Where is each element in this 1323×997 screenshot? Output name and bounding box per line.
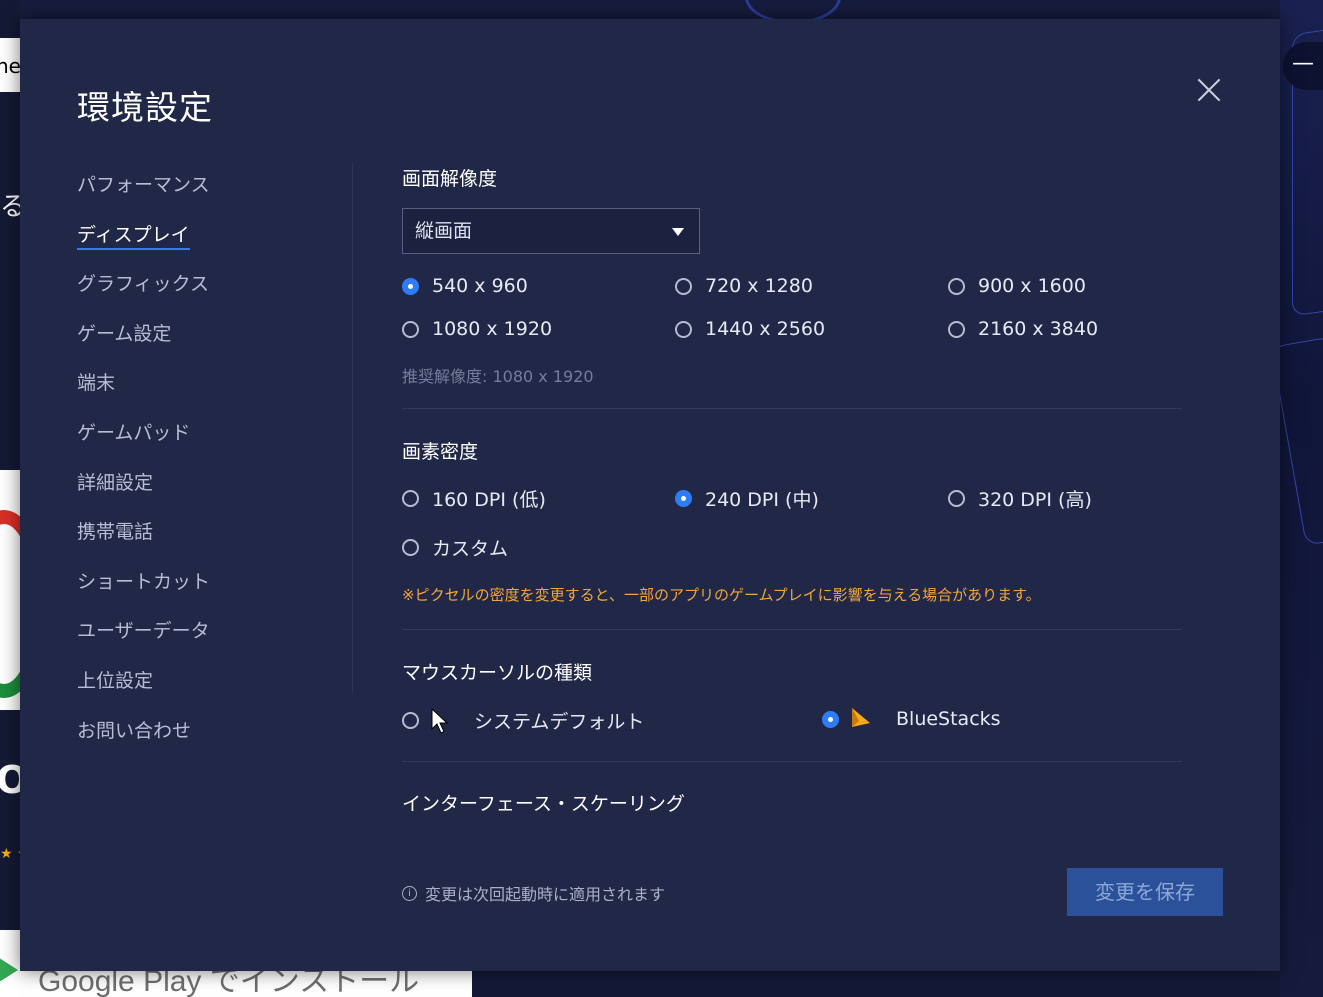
section-divider <box>402 408 1182 409</box>
sidebar-item-label: お問い合わせ <box>77 719 192 742</box>
radio-icon <box>675 277 692 295</box>
radio-icon <box>402 539 419 556</box>
sidebar-item-shortcuts[interactable]: ショートカット <box>77 568 337 618</box>
settings-sidebar: パフォーマンス ディスプレイ グラフィックス ゲーム設定 端末 ゲームパッド 詳… <box>77 171 337 766</box>
radio-label: 160 DPI (低) <box>432 489 546 511</box>
density-option-custom[interactable]: カスタム <box>402 534 508 561</box>
bg-top-strip <box>20 0 1280 19</box>
density-option-160[interactable]: 160 DPI (低) <box>402 485 546 512</box>
section-divider <box>402 761 1182 762</box>
sidebar-item-contact[interactable]: お問い合わせ <box>77 717 337 767</box>
radio-label: 1080 x 1920 <box>432 318 553 340</box>
orientation-select[interactable]: 縦画面 <box>402 208 700 254</box>
radio-label: 540 x 960 <box>432 275 528 297</box>
chevron-down-icon <box>672 228 684 236</box>
density-option-320[interactable]: 320 DPI (高) <box>948 485 1092 512</box>
modal-title: 環境設定 <box>77 88 213 127</box>
sidebar-item-label: 端末 <box>77 372 116 395</box>
save-button[interactable]: 変更を保存 <box>1067 868 1223 916</box>
sidebar-item-label: ショートカット <box>77 570 211 593</box>
radio-icon <box>948 490 965 507</box>
bluestacks-cursor-icon <box>852 708 870 727</box>
section-divider <box>402 629 1182 630</box>
radio-label: 240 DPI (中) <box>705 489 819 511</box>
radio-icon <box>822 710 839 728</box>
restart-note-text: 変更は次回起動時に適用されます <box>425 885 666 904</box>
sidebar-item-label: ゲームパッド <box>77 421 191 444</box>
radio-label: カスタム <box>432 538 509 560</box>
sidebar-item-phone[interactable]: 携帯電話 <box>77 518 337 568</box>
sidebar-item-label: ゲーム設定 <box>77 322 172 345</box>
sidebar-item-advanced[interactable]: 詳細設定 <box>77 469 337 519</box>
sidebar-item-preferences[interactable]: 上位設定 <box>77 667 337 717</box>
sidebar-divider <box>352 162 353 692</box>
radio-icon <box>948 277 965 295</box>
radio-label: 720 x 1280 <box>705 275 813 297</box>
minimize-icon[interactable]: — <box>1283 42 1323 90</box>
sidebar-item-label: 携帯電話 <box>77 521 154 544</box>
sidebar-item-user-data[interactable]: ユーザーデータ <box>77 617 337 667</box>
radio-icon <box>675 490 692 507</box>
bg-chrome-card <box>0 470 20 710</box>
chrome-logo-icon <box>0 510 20 698</box>
radio-label: システムデフォルト <box>474 711 645 733</box>
sidebar-item-label: パフォーマンス <box>77 174 210 196</box>
radio-icon <box>675 320 692 338</box>
density-option-240[interactable]: 240 DPI (中) <box>675 485 819 512</box>
radio-icon <box>402 320 419 338</box>
radio-icon <box>402 277 419 295</box>
google-play-icon <box>0 956 18 984</box>
bg-partial-kana: る <box>0 192 20 222</box>
sidebar-item-label: 上位設定 <box>77 669 154 692</box>
radio-label: 320 DPI (高) <box>978 489 1092 511</box>
radio-icon <box>948 320 965 338</box>
resolution-heading: 画面解像度 <box>402 168 498 190</box>
cursor-option-bluestacks[interactable]: BlueStacks <box>822 707 1001 731</box>
arrow-cursor-icon <box>431 707 449 734</box>
radio-icon <box>402 712 419 729</box>
density-warning: ※ピクセルの密度を変更すると、一部のアプリのゲームプレイに影響を与える場合があり… <box>402 586 1041 604</box>
resolution-option-540x960[interactable]: 540 x 960 <box>402 275 528 297</box>
sidebar-item-label: ユーザーデータ <box>77 620 210 643</box>
density-heading: 画素密度 <box>402 441 479 463</box>
resolution-option-900x1600[interactable]: 900 x 1600 <box>948 275 1086 297</box>
radio-icon <box>402 490 419 507</box>
settings-modal: 環境設定 パフォーマンス ディスプレイ グラフィックス ゲーム設定 端末 ゲーム… <box>20 19 1280 971</box>
sidebar-item-graphics[interactable]: グラフィックス <box>77 270 337 320</box>
sidebar-item-display[interactable]: ディスプレイ <box>77 221 337 271</box>
info-icon: i <box>402 885 417 901</box>
scaling-heading: インターフェース・スケーリング <box>402 793 685 815</box>
bg-partial-text: ne <box>0 38 20 92</box>
resolution-option-1440x2560[interactable]: 1440 x 2560 <box>675 318 825 340</box>
resolution-option-1080x1920[interactable]: 1080 x 1920 <box>402 318 552 340</box>
recommended-resolution: 推奨解像度: 1080 x 1920 <box>402 367 594 386</box>
cursor-heading: マウスカーソルの種類 <box>402 662 593 684</box>
resolution-option-2160x3840[interactable]: 2160 x 3840 <box>948 318 1098 340</box>
sidebar-item-label: グラフィックス <box>77 273 210 296</box>
restart-note: i 変更は次回起動時に適用されます <box>402 881 665 905</box>
radio-label: 900 x 1600 <box>978 275 1086 297</box>
cursor-option-system-default[interactable]: システムデフォルト <box>402 707 644 734</box>
radio-label: 1440 x 2560 <box>705 318 826 340</box>
resolution-option-720x1280[interactable]: 720 x 1280 <box>675 275 813 297</box>
sidebar-item-gamepad[interactable]: ゲームパッド <box>77 419 337 469</box>
sidebar-item-game-settings[interactable]: ゲーム設定 <box>77 320 337 370</box>
radio-label: 2160 x 3840 <box>978 318 1099 340</box>
sidebar-item-label: ディスプレイ <box>77 223 190 250</box>
sidebar-item-device[interactable]: 端末 <box>77 369 337 419</box>
close-icon[interactable] <box>1196 77 1222 103</box>
radio-label: BlueStacks <box>896 708 1001 730</box>
orientation-select-value: 縦画面 <box>415 220 473 242</box>
sidebar-item-performance[interactable]: パフォーマンス <box>77 171 337 221</box>
sidebar-item-label: 詳細設定 <box>77 471 154 494</box>
